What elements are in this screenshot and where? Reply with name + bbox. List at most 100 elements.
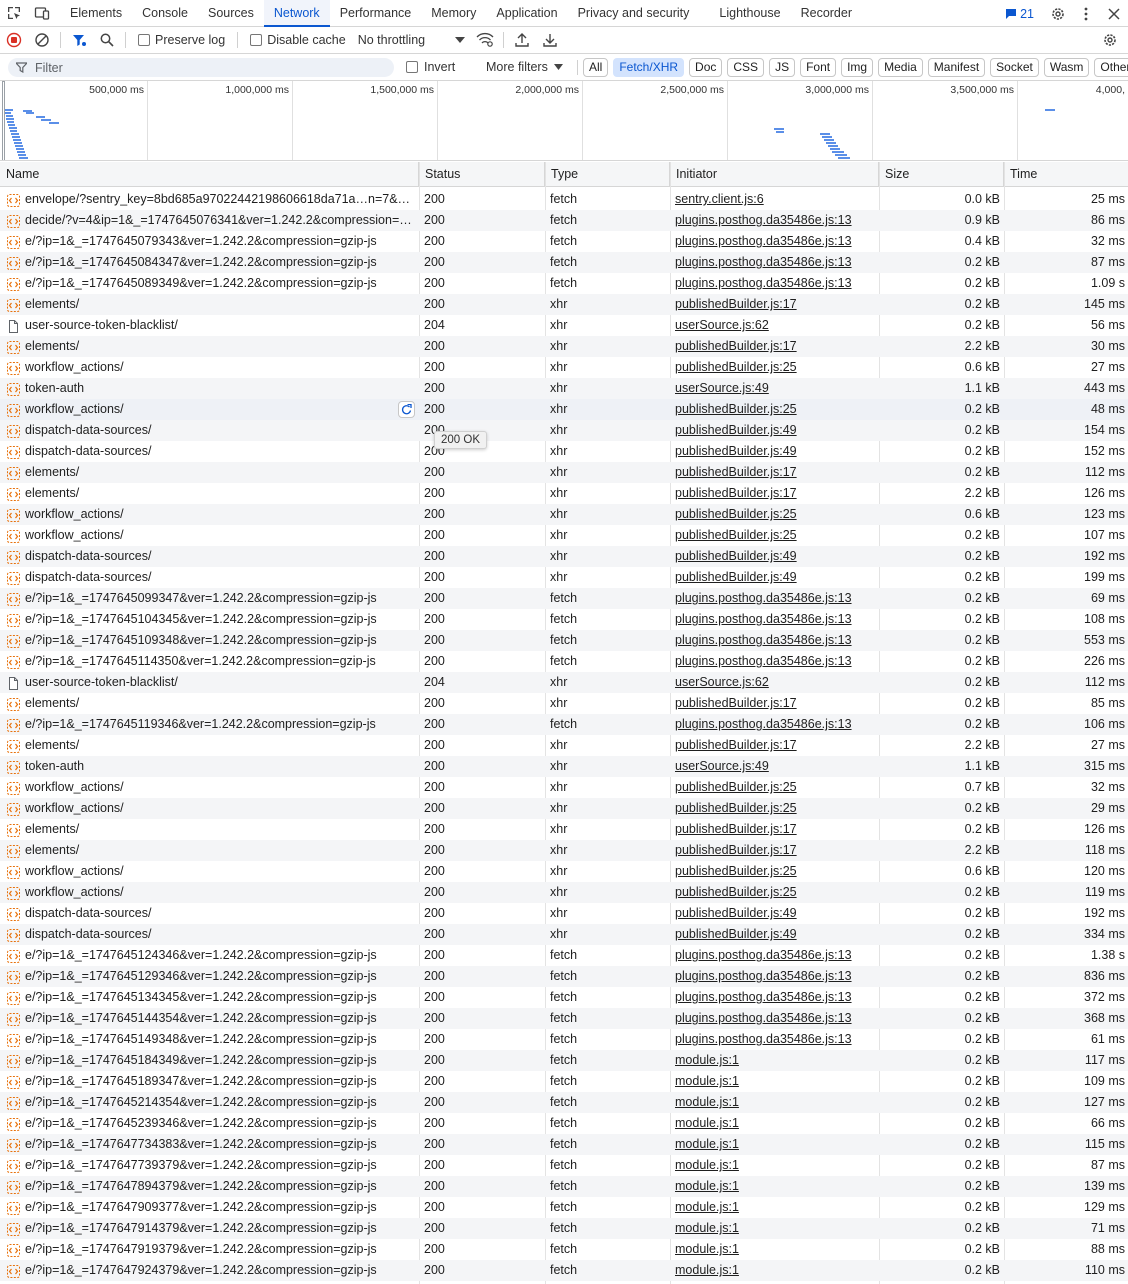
- column-header-status[interactable]: Status: [419, 162, 545, 187]
- table-row[interactable]: elements/200 xhr publishedBuilder.js:17 2.2…: [0, 735, 1128, 756]
- initiator-link[interactable]: publishedBuilder.js:25: [675, 357, 875, 378]
- table-row[interactable]: e/?ip=1&_=1747645089349&ver=1.242.2&comp…: [0, 273, 1128, 294]
- chip-font[interactable]: Font: [800, 58, 837, 77]
- tab-privacy-and-security[interactable]: Privacy and security: [568, 0, 700, 27]
- table-row[interactable]: user-source-token-blacklist/204 xhr userSo…: [0, 672, 1128, 693]
- initiator-link[interactable]: module.js:1: [675, 1239, 875, 1260]
- more-options-icon[interactable]: [1072, 0, 1100, 27]
- table-row[interactable]: e/?ip=1&_=1747645084347&ver=1.242.2&comp…: [0, 252, 1128, 273]
- table-row[interactable]: workflow_actions/200 xhr publishedBuilder.…: [0, 861, 1128, 882]
- settings-icon[interactable]: [1044, 0, 1072, 27]
- table-row[interactable]: dispatch-data-sources/200 xhr publishedBui…: [0, 903, 1128, 924]
- table-row[interactable]: e/?ip=1&_=1747645124346&ver=1.242.2&comp…: [0, 945, 1128, 966]
- table-row[interactable]: e/?ip=1&_=1747647909377&ver=1.242.2&comp…: [0, 1197, 1128, 1218]
- table-row[interactable]: elements/200 xhr publishedBuilder.js:17 2.2…: [0, 840, 1128, 861]
- disable-cache-checkbox[interactable]: Disable cache: [250, 33, 346, 47]
- table-row[interactable]: e/?ip=1&_=1747645119346&ver=1.242.2&comp…: [0, 714, 1128, 735]
- replay-request-icon[interactable]: [398, 401, 415, 418]
- close-icon[interactable]: [1100, 0, 1128, 27]
- initiator-link[interactable]: plugins.posthog.da35486e.js:13: [675, 609, 875, 630]
- table-row[interactable]: e/?ip=1&_=1747645109348&ver=1.242.2&comp…: [0, 630, 1128, 651]
- chip-socket[interactable]: Socket: [990, 58, 1039, 77]
- table-row[interactable]: e/?ip=1&_=1747647739379&ver=1.242.2&comp…: [0, 1155, 1128, 1176]
- filter-input[interactable]: Filter: [8, 58, 394, 77]
- table-row[interactable]: e/?ip=1&_=1747645104345&ver=1.242.2&comp…: [0, 609, 1128, 630]
- initiator-link[interactable]: publishedBuilder.js:25: [675, 399, 875, 420]
- table-row[interactable]: elements/200 xhr publishedBuilder.js:17 2.2…: [0, 483, 1128, 504]
- initiator-link[interactable]: userSource.js:49: [675, 378, 875, 399]
- initiator-link[interactable]: publishedBuilder.js:17: [675, 483, 875, 504]
- table-row[interactable]: decide/?v=4&ip=1&_=1747645076341&ver=1.2…: [0, 210, 1128, 231]
- table-row[interactable]: workflow_actions/200 xhr publishedBuilder.…: [0, 357, 1128, 378]
- table-row[interactable]: e/?ip=1&_=1747645239346&ver=1.242.2&comp…: [0, 1113, 1128, 1134]
- device-toolbar-icon[interactable]: [28, 0, 56, 27]
- chip-manifest[interactable]: Manifest: [927, 58, 986, 77]
- chip-js[interactable]: JS: [769, 58, 796, 77]
- column-header-type[interactable]: Type: [545, 162, 670, 187]
- table-row[interactable]: workflow_actions/200 xhr publishedBuilder.…: [0, 882, 1128, 903]
- invert-checkbox[interactable]: Invert: [406, 60, 455, 74]
- initiator-link[interactable]: module.js:1: [675, 1197, 875, 1218]
- table-row[interactable]: elements/200 xhr publishedBuilder.js:17 0.2…: [0, 819, 1128, 840]
- chip-wasm[interactable]: Wasm: [1043, 58, 1090, 77]
- initiator-link[interactable]: publishedBuilder.js:17: [675, 693, 875, 714]
- initiator-link[interactable]: publishedBuilder.js:49: [675, 903, 875, 924]
- table-row[interactable]: e/?ip=1&_=1747645189347&ver=1.242.2&comp…: [0, 1071, 1128, 1092]
- initiator-link[interactable]: module.js:1: [675, 1092, 875, 1113]
- tab-memory[interactable]: Memory: [421, 0, 486, 27]
- initiator-link[interactable]: publishedBuilder.js:25: [675, 504, 875, 525]
- table-row[interactable]: e/?ip=1&_=1747647919379&ver=1.242.2&comp…: [0, 1239, 1128, 1260]
- chip-other[interactable]: Other: [1094, 58, 1128, 77]
- table-row[interactable]: dispatch-data-sources/200 xhr publishedBui…: [0, 441, 1128, 462]
- initiator-link[interactable]: plugins.posthog.da35486e.js:13: [675, 651, 875, 672]
- chip-fetch-xhr[interactable]: Fetch/XHR: [613, 58, 685, 77]
- checkbox-box[interactable]: [138, 34, 150, 46]
- column-header-time[interactable]: Time: [1004, 162, 1128, 187]
- column-header-initiator[interactable]: Initiator: [670, 162, 879, 187]
- table-row[interactable]: e/?ip=1&_=1747645214354&ver=1.242.2&comp…: [0, 1092, 1128, 1113]
- table-row[interactable]: elements/200 xhr publishedBuilder.js:17 2.2…: [0, 336, 1128, 357]
- tab-console[interactable]: Console: [132, 0, 198, 27]
- table-row[interactable]: workflow_actions/200 xhr publishedBuilder.…: [0, 504, 1128, 525]
- initiator-link[interactable]: userSource.js:62: [675, 672, 875, 693]
- stop-recording-icon[interactable]: [0, 27, 28, 53]
- initiator-link[interactable]: plugins.posthog.da35486e.js:13: [675, 987, 875, 1008]
- initiator-link[interactable]: publishedBuilder.js:25: [675, 861, 875, 882]
- export-har-icon[interactable]: [536, 27, 564, 53]
- network-settings-icon[interactable]: [1096, 27, 1124, 53]
- tab-elements[interactable]: Elements: [60, 0, 132, 27]
- overview-left-handle[interactable]: [2, 81, 5, 160]
- initiator-link[interactable]: module.js:1: [675, 1260, 875, 1281]
- initiator-link[interactable]: plugins.posthog.da35486e.js:13: [675, 714, 875, 735]
- table-row[interactable]: elements/200 xhr publishedBuilder.js:17 0.2…: [0, 462, 1128, 483]
- initiator-link[interactable]: plugins.posthog.da35486e.js:13: [675, 1029, 875, 1050]
- initiator-link[interactable]: publishedBuilder.js:49: [675, 924, 875, 945]
- more-filters-dropdown[interactable]: More filters: [486, 60, 563, 74]
- initiator-link[interactable]: plugins.posthog.da35486e.js:13: [675, 252, 875, 273]
- initiator-link[interactable]: plugins.posthog.da35486e.js:13: [675, 588, 875, 609]
- initiator-link[interactable]: publishedBuilder.js:17: [675, 819, 875, 840]
- initiator-link[interactable]: publishedBuilder.js:25: [675, 525, 875, 546]
- table-row[interactable]: elements/200 xhr publishedBuilder.js:17 0.2…: [0, 294, 1128, 315]
- checkbox-box[interactable]: [250, 34, 263, 46]
- initiator-link[interactable]: plugins.posthog.da35486e.js:13: [675, 1008, 875, 1029]
- table-row[interactable]: dispatch-data-sources/200 xhr publishedBui…: [0, 546, 1128, 567]
- initiator-link[interactable]: publishedBuilder.js:17: [675, 336, 875, 357]
- initiator-link[interactable]: userSource.js:49: [675, 756, 875, 777]
- initiator-link[interactable]: publishedBuilder.js:17: [675, 735, 875, 756]
- table-row[interactable]: dispatch-data-sources/200 xhr publishedBui…: [0, 567, 1128, 588]
- table-row[interactable]: token-auth 200 xhr userSource.js:49 1.1 kB 44…: [0, 378, 1128, 399]
- table-row[interactable]: e/?ip=1&_=1747645184349&ver=1.242.2&comp…: [0, 1050, 1128, 1071]
- initiator-link[interactable]: plugins.posthog.da35486e.js:13: [675, 945, 875, 966]
- initiator-link[interactable]: module.js:1: [675, 1155, 875, 1176]
- network-overview[interactable]: 500,000 ms 1,000,000 ms 1,500,000 ms 2,000,…: [0, 81, 1128, 161]
- tab-application[interactable]: Application: [486, 0, 567, 27]
- table-row[interactable]: user-source-token-blacklist/204 xhr userSo…: [0, 315, 1128, 336]
- tab-lighthouse[interactable]: Lighthouse: [709, 0, 790, 27]
- table-row[interactable]: e/?ip=1&_=1747647924379&ver=1.242.2&comp…: [0, 1260, 1128, 1281]
- initiator-link[interactable]: sentry.client.js:6: [675, 189, 875, 210]
- initiator-link[interactable]: module.js:1: [675, 1134, 875, 1155]
- initiator-link[interactable]: publishedBuilder.js:25: [675, 777, 875, 798]
- table-row[interactable]: elements/200 xhr publishedBuilder.js:17 0.2…: [0, 693, 1128, 714]
- chip-css[interactable]: CSS: [727, 58, 765, 77]
